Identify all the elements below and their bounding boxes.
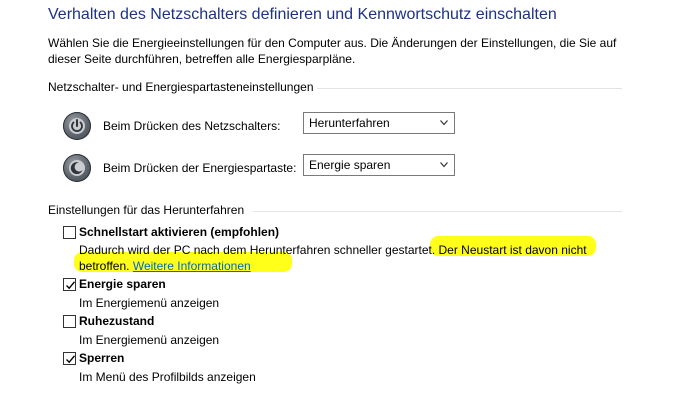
page-description: Wählen Sie die Energieeinstellungen für … (48, 36, 617, 66)
sleep-button-label: Beim Drücken der Energiespartaste: (103, 161, 297, 175)
sleep-button-select[interactable]: Energie sparen (303, 154, 455, 176)
sleep-title[interactable]: Energie sparen (79, 277, 166, 291)
sleep-button-icon (63, 154, 91, 182)
shutdown-section-heading: Einstellungen für das Herunterfahren (48, 203, 245, 217)
hibernate-title[interactable]: Ruhezustand (79, 314, 154, 328)
fast-startup-checkbox[interactable] (63, 226, 76, 239)
fast-startup-title[interactable]: Schnellstart aktivieren (empfohlen) (79, 225, 279, 239)
section-divider (317, 88, 622, 89)
more-info-link[interactable]: Weitere Informationen (133, 259, 251, 273)
checkmark-icon (66, 355, 76, 364)
lock-checkbox[interactable] (63, 352, 76, 365)
fast-startup-desc-highlight-2: betroffen. (79, 259, 130, 273)
power-button-select-value: Herunterfahren (309, 116, 390, 130)
fast-startup-desc-text: Dadurch wird der PC nach dem Herunterfah… (79, 243, 439, 257)
hibernate-checkbox[interactable] (63, 315, 76, 328)
hibernate-description: Im Energiemenü anzeigen (79, 333, 220, 347)
fast-startup-desc-highlight: Der Neustart ist davon nicht (438, 243, 587, 257)
section-divider (253, 211, 622, 212)
sleep-checkbox[interactable] (63, 278, 76, 291)
page-title: Verhalten des Netzschalters definieren u… (48, 6, 557, 23)
checkmark-icon (66, 281, 76, 290)
chevron-down-icon (440, 120, 448, 126)
power-button-label: Beim Drücken des Netzschalters: (103, 119, 281, 133)
lock-description: Im Menü des Profilbilds anzeigen (79, 370, 256, 384)
power-button-select[interactable]: Herunterfahren (303, 112, 455, 134)
sleep-description: Im Energiemenü anzeigen (79, 296, 220, 310)
power-section-heading: Netzschalter- und Energiespartasteneinst… (48, 80, 314, 94)
lock-title[interactable]: Sperren (79, 351, 124, 365)
sleep-button-select-value: Energie sparen (309, 158, 391, 172)
fast-startup-description: Dadurch wird der PC nach dem Herunterfah… (79, 242, 587, 274)
power-button-icon (63, 112, 91, 140)
chevron-down-icon (440, 162, 448, 168)
